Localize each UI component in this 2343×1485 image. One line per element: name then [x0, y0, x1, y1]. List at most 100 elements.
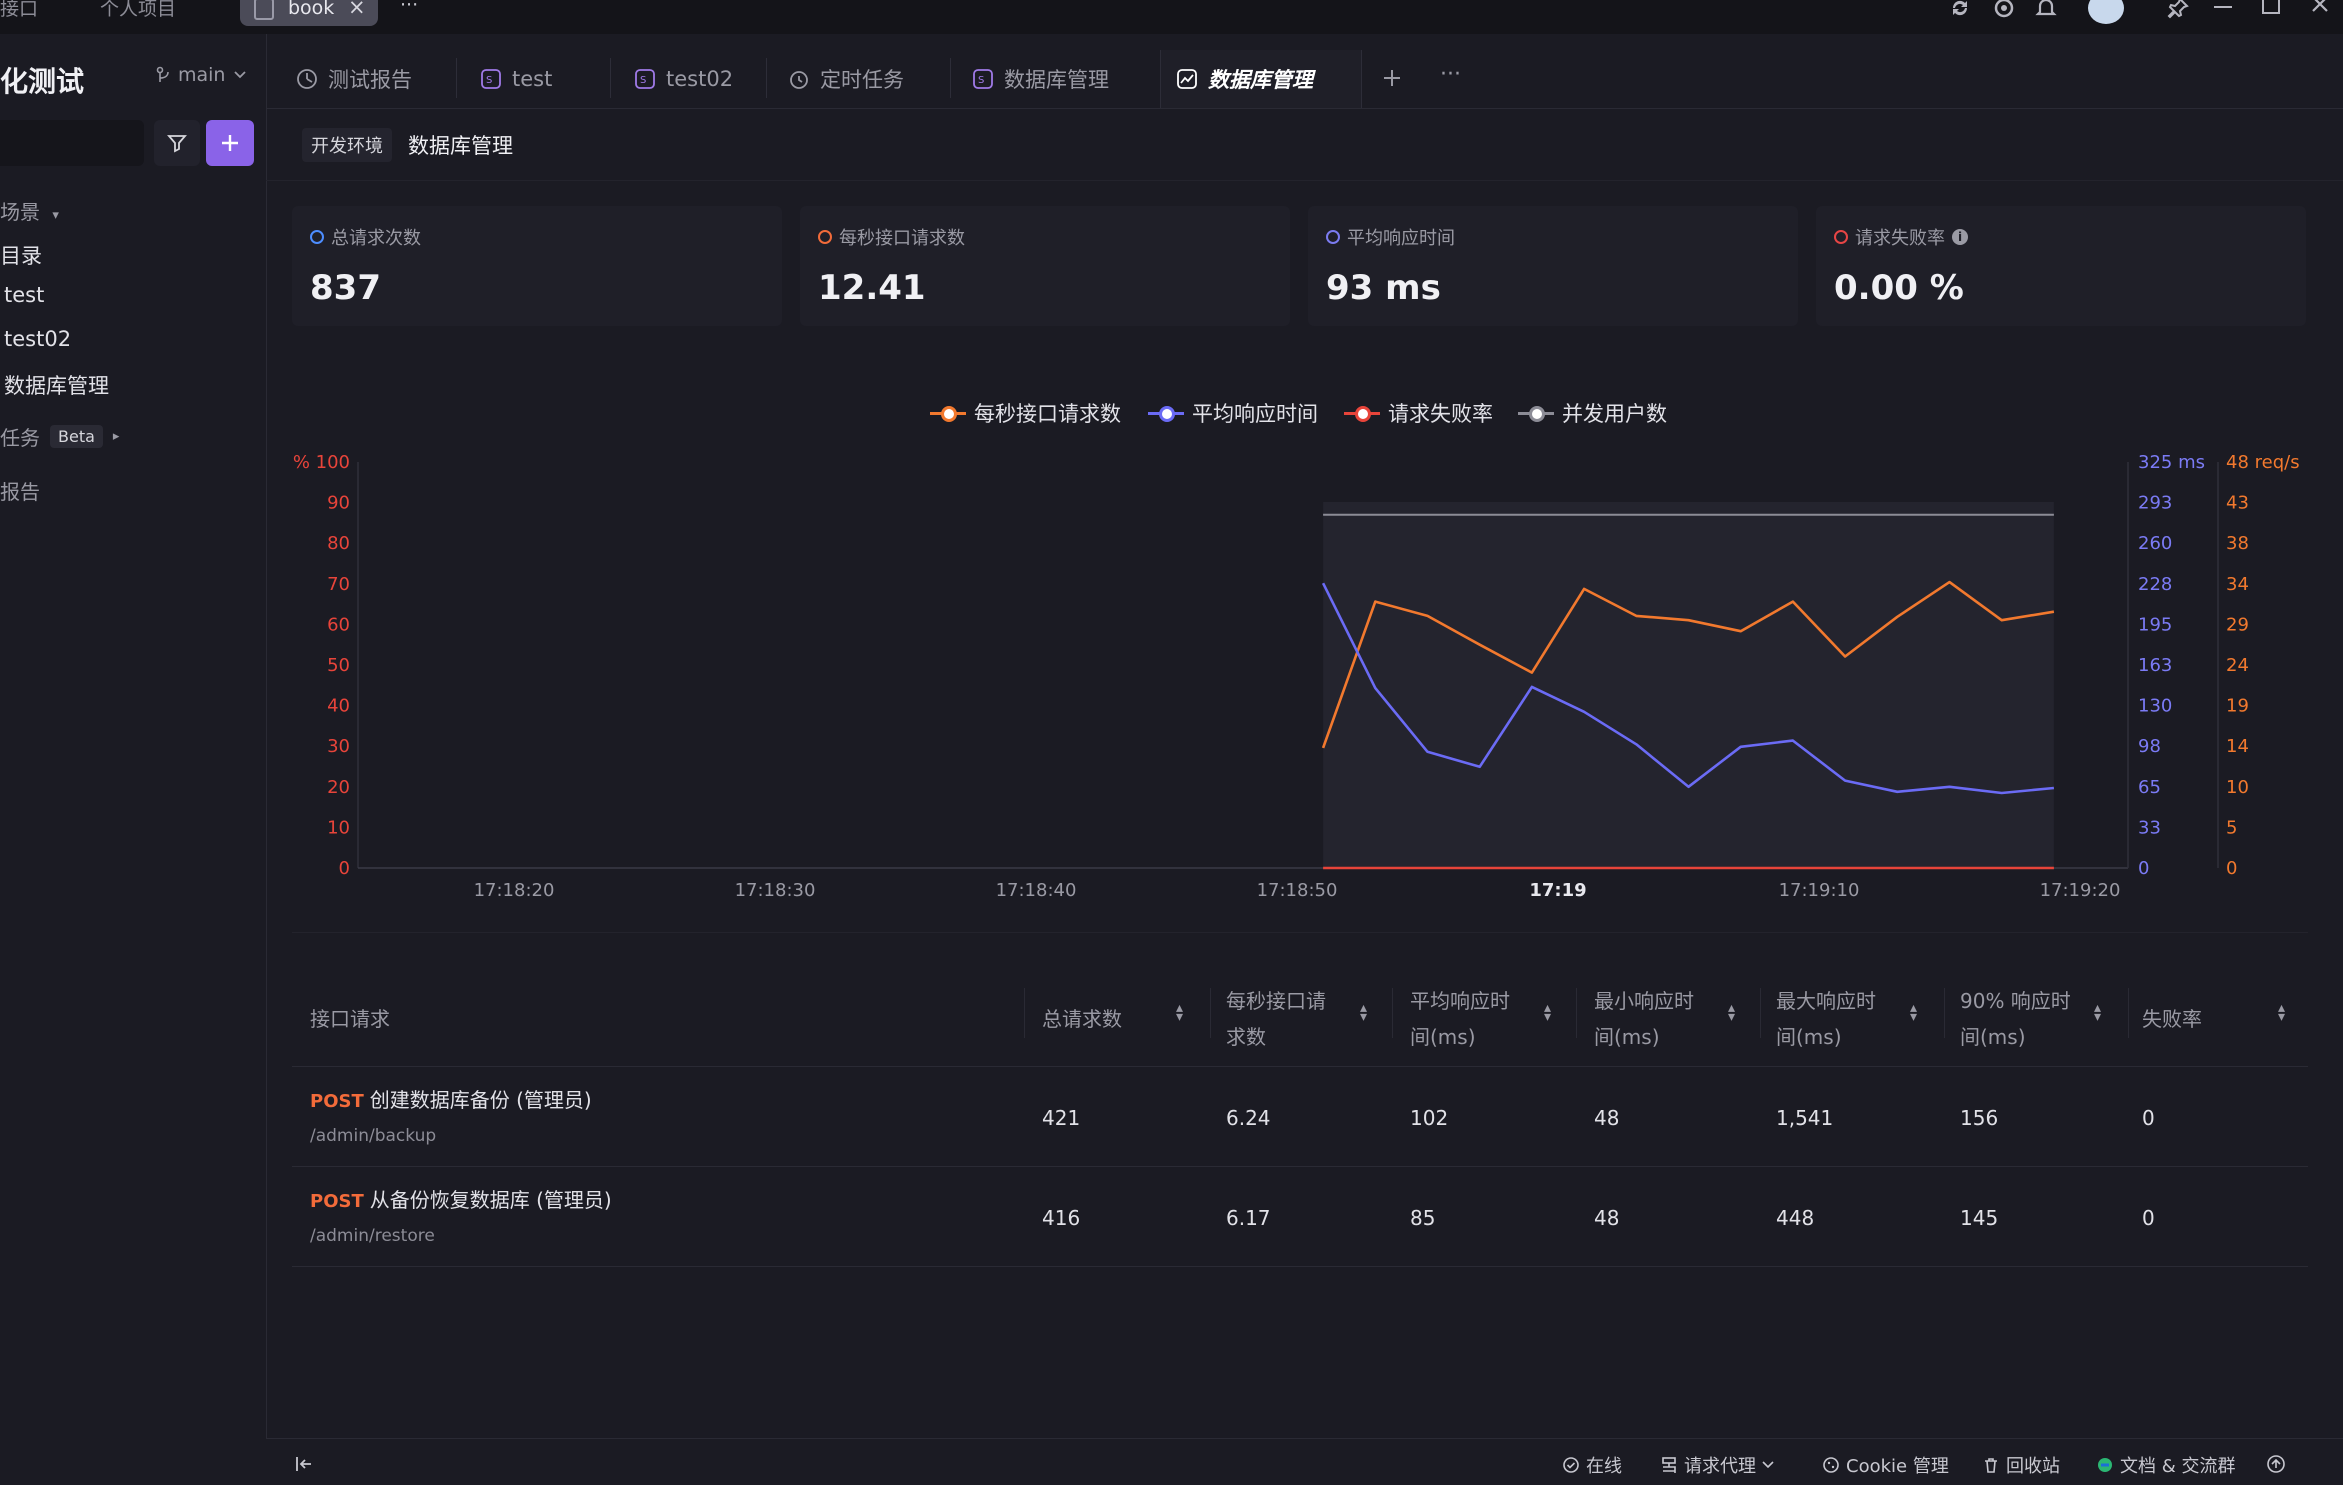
settings-icon[interactable] [1992, 0, 2016, 20]
status-label: Cookie 管理 [1846, 1456, 1949, 1477]
search-input[interactable] [0, 120, 144, 166]
collapse-sidebar-icon[interactable] [294, 1454, 314, 1474]
window-close-icon[interactable] [2310, 0, 2330, 14]
sort-icon[interactable]: ▴ ▾ [1728, 1001, 1735, 1024]
th-line: 间(ms) [1960, 1025, 2026, 1049]
status-label: 回收站 [2006, 1456, 2060, 1477]
tab-scheduled-tasks[interactable]: 定时任务 [788, 50, 904, 108]
sort-icon[interactable]: ▴ ▾ [1910, 1001, 1917, 1024]
tab-more-icon[interactable]: ··· [1440, 62, 1461, 87]
y-tick-right-ms: 163 [2138, 655, 2172, 676]
y-tick-left: 10 [327, 817, 350, 838]
tab-separator [766, 58, 767, 98]
sort-icon[interactable]: ▴ ▾ [1360, 1001, 1367, 1024]
restore-icon[interactable] [2262, 0, 2280, 14]
upload-icon[interactable] [2266, 1454, 2286, 1474]
sidebar-item-tasks[interactable]: 任务 Beta ▸ [0, 422, 119, 451]
performance-chart[interactable]: % 1009080706050403020100325 ms2932602281… [290, 440, 2330, 910]
y-tick-right-ms: 0 [2138, 858, 2149, 879]
legend-marker [1148, 405, 1184, 422]
status-dot [1326, 230, 1340, 244]
branch-selector[interactable]: main [156, 64, 247, 86]
th-max[interactable]: 最大响应时 间(ms) [1776, 983, 1876, 1055]
legend-item-fail-rate[interactable]: 请求失败率 [1344, 398, 1493, 428]
y-tick-left: 80 [327, 533, 350, 554]
sync-icon[interactable] [1948, 0, 1972, 20]
stat-label: 每秒接口请求数 [839, 228, 965, 249]
legend-item-avg-response[interactable]: 平均响应时间 [1148, 398, 1318, 428]
chart-icon [1177, 69, 1197, 89]
info-icon[interactable]: i [1952, 229, 1968, 245]
cell-min: 48 [1594, 1106, 1620, 1130]
docs-community[interactable]: 文档 & 交流群 [2096, 1452, 2235, 1478]
env-badge[interactable]: 开发环境 [302, 128, 392, 162]
th-rps[interactable]: 每秒接口请 求数 [1226, 983, 1326, 1055]
row-divider [292, 1066, 2308, 1067]
book-tab[interactable]: book × [240, 0, 378, 26]
sort-icon[interactable]: ▴ ▾ [1176, 1001, 1183, 1024]
sort-icon[interactable]: ▴ ▾ [2278, 1001, 2285, 1024]
table-row-endpoint[interactable]: POST 从备份恢复数据库 (管理员) [310, 1184, 612, 1213]
sidebar-item-db-manage[interactable]: 数据库管理 [4, 370, 109, 400]
sidebar-item-test02[interactable]: test02 [4, 327, 71, 351]
tab-label: 测试报告 [328, 68, 412, 92]
th-min[interactable]: 最小响应时 间(ms) [1594, 983, 1694, 1055]
tab-test-report[interactable]: 测试报告 [296, 50, 412, 108]
sidebar-item-test[interactable]: test [4, 283, 44, 307]
th-endpoint: 接口请求 [310, 1007, 390, 1031]
y-tick-left: 50 [327, 655, 350, 676]
add-button[interactable] [206, 120, 254, 166]
sort-icon[interactable]: ▴ ▾ [1544, 1001, 1551, 1024]
sort-icon[interactable]: ▴ ▾ [2094, 1001, 2101, 1024]
th-line: 求数 [1226, 1025, 1266, 1049]
column-divider [1576, 988, 1577, 1038]
beta-badge: Beta [50, 425, 103, 448]
recycle-bin[interactable]: 回收站 [1982, 1452, 2060, 1478]
pin-icon[interactable] [2166, 0, 2190, 20]
sidebar-item-scene[interactable]: 场景 ▾ [0, 196, 59, 225]
table-row-endpoint[interactable]: POST 创建数据库备份 (管理员) [310, 1084, 592, 1113]
add-tab-icon[interactable] [1382, 68, 1402, 88]
th-fail[interactable]: 失败率 [2142, 1001, 2202, 1037]
plus-icon [222, 135, 238, 151]
method-badge: POST [310, 1191, 364, 1212]
tab-separator [456, 58, 457, 98]
close-icon[interactable]: × [348, 0, 366, 19]
x-tick: 17:19 [1529, 880, 1586, 901]
filter-button[interactable] [154, 120, 200, 166]
sidebar-item-directory[interactable]: 目录 [0, 240, 42, 270]
cookie-icon [1823, 1457, 1839, 1473]
cookie-manager[interactable]: Cookie 管理 [1822, 1452, 1949, 1478]
x-tick: 17:18:20 [474, 880, 555, 901]
svg-text:S: S [486, 75, 492, 86]
legend-item-rps[interactable]: 每秒接口请求数 [930, 398, 1121, 428]
cell-max: 1,541 [1776, 1106, 1834, 1130]
legend-label: 请求失败率 [1388, 402, 1493, 426]
th-total[interactable]: 总请求数 [1042, 1001, 1122, 1037]
legend-marker [1518, 405, 1554, 422]
proxy-icon [1662, 1457, 1676, 1473]
tab-label: 数据库管理 [1004, 68, 1109, 92]
tab-db-manage-report[interactable]: 数据库管理 [1176, 50, 1313, 108]
sidebar-item-report[interactable]: 报告 [0, 476, 40, 505]
tab-test02[interactable]: S test02 [634, 50, 733, 108]
legend-label: 并发用户数 [1562, 402, 1667, 426]
tab-label: 定时任务 [820, 68, 904, 92]
avatar[interactable] [2088, 0, 2124, 24]
online-status[interactable]: 在线 [1562, 1452, 1622, 1478]
request-proxy[interactable]: 请求代理 [1660, 1452, 1774, 1478]
tab-test[interactable]: S test [480, 50, 552, 108]
bell-icon[interactable] [2034, 0, 2058, 20]
more-tabs-icon[interactable]: ··· [400, 0, 418, 16]
th-p90[interactable]: 90% 响应时 间(ms) [1960, 983, 2071, 1055]
tab-db-manage[interactable]: S 数据库管理 [972, 50, 1109, 108]
check-circle-icon [1563, 1457, 1579, 1473]
x-tick: 17:18:40 [996, 880, 1077, 901]
legend-marker [1344, 405, 1380, 422]
legend-item-concurrent-users[interactable]: 并发用户数 [1518, 398, 1667, 428]
minimize-icon[interactable] [2214, 6, 2232, 8]
status-label: 文档 & 交流群 [2120, 1456, 2236, 1477]
project-tab[interactable]: 个人项目 [100, 0, 176, 21]
th-avg[interactable]: 平均响应时 间(ms) [1410, 983, 1510, 1055]
api-icon: S [973, 69, 993, 89]
